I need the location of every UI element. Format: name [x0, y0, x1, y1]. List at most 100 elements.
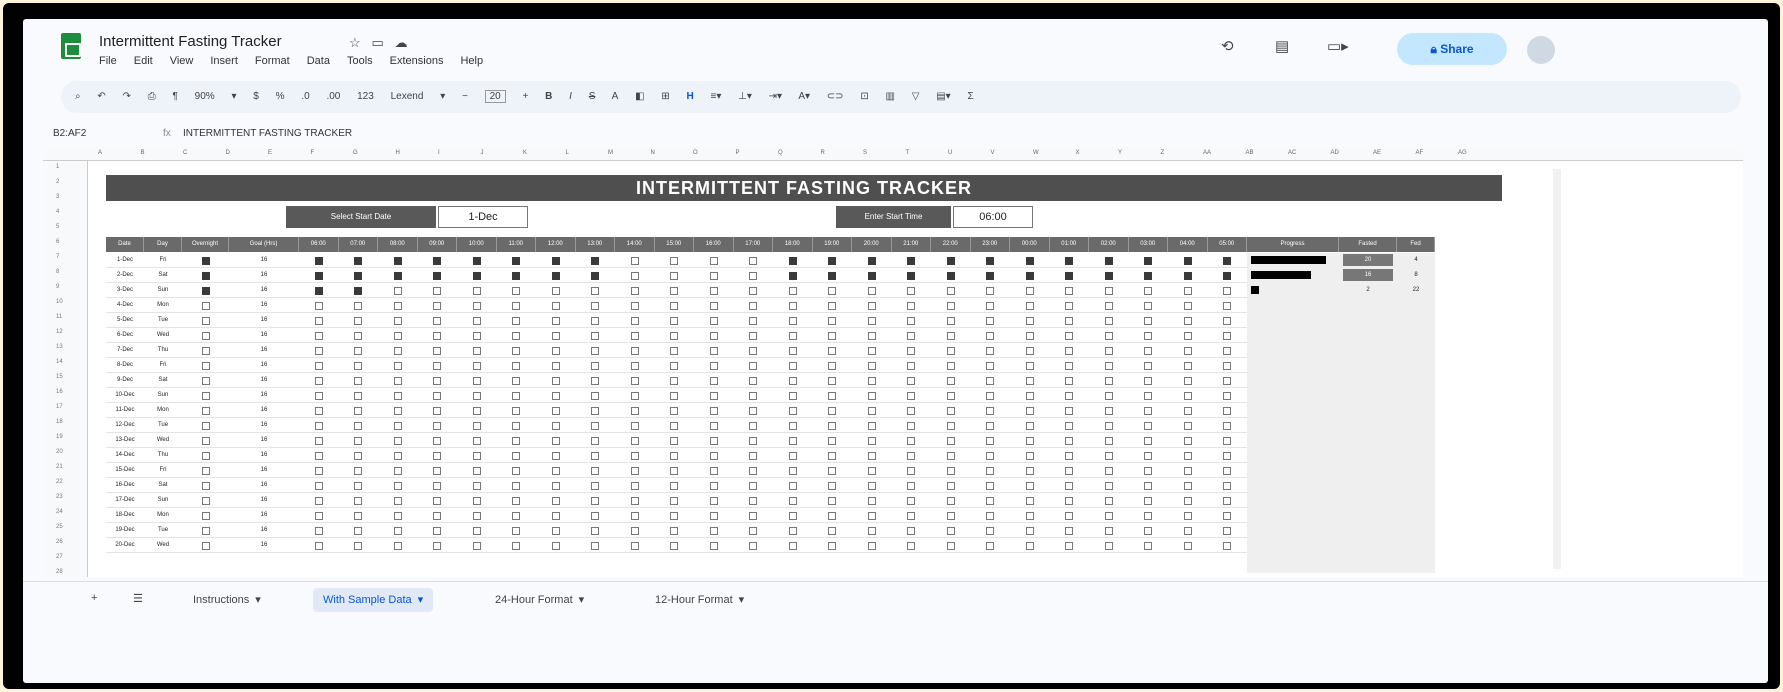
hour-checkbox[interactable]: [1144, 287, 1153, 295]
hour-checkbox[interactable]: [472, 317, 481, 325]
hour-checkbox[interactable]: [314, 302, 323, 310]
redo-icon[interactable]: ↷: [123, 91, 131, 102]
menu-view[interactable]: View: [170, 55, 194, 67]
hour-checkbox[interactable]: [1104, 452, 1113, 460]
hour-checkbox[interactable]: [788, 452, 797, 460]
hour-checkbox[interactable]: [1104, 437, 1113, 445]
column-letter[interactable]: U: [948, 150, 952, 156]
hour-checkbox[interactable]: [867, 302, 876, 310]
hour-checkbox[interactable]: [788, 287, 797, 295]
hour-checkbox[interactable]: [749, 317, 758, 325]
hour-checkbox[interactable]: [670, 527, 679, 535]
menu-file[interactable]: File: [99, 55, 117, 67]
hour-checkbox[interactable]: [314, 347, 323, 355]
menu-insert[interactable]: Insert: [210, 55, 238, 67]
hour-checkbox[interactable]: [709, 362, 718, 370]
hour-checkbox[interactable]: [1223, 437, 1232, 445]
row-number[interactable]: 17: [56, 404, 63, 410]
hour-checkbox[interactable]: [512, 317, 521, 325]
hour-checkbox[interactable]: [591, 452, 600, 460]
hour-checkbox[interactable]: [1183, 542, 1192, 550]
hour-checkbox[interactable]: [1223, 257, 1232, 265]
hour-checkbox[interactable]: [670, 332, 679, 340]
column-letter[interactable]: AF: [1416, 150, 1424, 156]
hour-checkbox[interactable]: [630, 482, 639, 490]
hour-checkbox[interactable]: [630, 437, 639, 445]
hour-checkbox[interactable]: [1183, 362, 1192, 370]
column-letter[interactable]: T: [906, 150, 910, 156]
row-number[interactable]: 6: [56, 239, 59, 245]
hour-checkbox[interactable]: [709, 302, 718, 310]
hour-checkbox[interactable]: [314, 482, 323, 490]
hour-checkbox[interactable]: [907, 302, 916, 310]
hour-checkbox[interactable]: [1025, 497, 1034, 505]
hour-checkbox[interactable]: [907, 362, 916, 370]
add-sheet-icon[interactable]: +: [91, 592, 97, 604]
column-letter[interactable]: S: [863, 150, 867, 156]
hour-checkbox[interactable]: [1144, 407, 1153, 415]
hour-checkbox[interactable]: [1183, 272, 1192, 280]
hour-checkbox[interactable]: [1065, 527, 1074, 535]
hour-checkbox[interactable]: [828, 362, 837, 370]
overnight-checkbox[interactable]: [201, 377, 210, 385]
hour-checkbox[interactable]: [314, 272, 323, 280]
hour-checkbox[interactable]: [670, 362, 679, 370]
hour-checkbox[interactable]: [512, 512, 521, 520]
hour-checkbox[interactable]: [828, 317, 837, 325]
column-letter[interactable]: E: [268, 150, 272, 156]
overnight-checkbox[interactable]: [201, 512, 210, 520]
hour-checkbox[interactable]: [828, 392, 837, 400]
fill-color-icon[interactable]: ◧: [635, 91, 644, 102]
hour-checkbox[interactable]: [709, 407, 718, 415]
hour-checkbox[interactable]: [393, 482, 402, 490]
hour-checkbox[interactable]: [749, 407, 758, 415]
hour-checkbox[interactable]: [709, 497, 718, 505]
hour-checkbox[interactable]: [1025, 512, 1034, 520]
overnight-checkbox[interactable]: [201, 467, 210, 475]
hour-checkbox[interactable]: [1025, 332, 1034, 340]
hour-checkbox[interactable]: [1025, 407, 1034, 415]
hour-checkbox[interactable]: [749, 452, 758, 460]
hour-checkbox[interactable]: [512, 257, 521, 265]
hour-checkbox[interactable]: [314, 542, 323, 550]
hour-checkbox[interactable]: [630, 272, 639, 280]
hour-checkbox[interactable]: [788, 422, 797, 430]
hour-checkbox[interactable]: [867, 287, 876, 295]
hour-checkbox[interactable]: [472, 452, 481, 460]
hour-checkbox[interactable]: [1104, 422, 1113, 430]
hour-checkbox[interactable]: [867, 467, 876, 475]
hour-checkbox[interactable]: [907, 272, 916, 280]
hour-checkbox[interactable]: [788, 512, 797, 520]
hour-checkbox[interactable]: [433, 407, 442, 415]
functions-icon[interactable]: Σ: [967, 91, 973, 102]
search-icon[interactable]: ⌕: [75, 91, 81, 102]
hour-checkbox[interactable]: [670, 452, 679, 460]
hour-checkbox[interactable]: [670, 287, 679, 295]
hour-checkbox[interactable]: [630, 452, 639, 460]
hour-checkbox[interactable]: [670, 257, 679, 265]
hour-checkbox[interactable]: [828, 482, 837, 490]
hour-checkbox[interactable]: [354, 482, 363, 490]
hour-checkbox[interactable]: [433, 347, 442, 355]
hour-checkbox[interactable]: [393, 392, 402, 400]
hour-checkbox[interactable]: [1025, 422, 1034, 430]
hour-checkbox[interactable]: [354, 527, 363, 535]
hour-checkbox[interactable]: [512, 422, 521, 430]
overnight-checkbox[interactable]: [201, 362, 210, 370]
hour-checkbox[interactable]: [986, 467, 995, 475]
hour-checkbox[interactable]: [393, 512, 402, 520]
hour-checkbox[interactable]: [946, 257, 955, 265]
hour-checkbox[interactable]: [1183, 302, 1192, 310]
hour-checkbox[interactable]: [1183, 527, 1192, 535]
hour-checkbox[interactable]: [512, 467, 521, 475]
hour-checkbox[interactable]: [354, 512, 363, 520]
hour-checkbox[interactable]: [1183, 347, 1192, 355]
hour-checkbox[interactable]: [1065, 302, 1074, 310]
hour-checkbox[interactable]: [1025, 452, 1034, 460]
hour-checkbox[interactable]: [1144, 512, 1153, 520]
hour-checkbox[interactable]: [314, 287, 323, 295]
hour-checkbox[interactable]: [709, 437, 718, 445]
hour-checkbox[interactable]: [1104, 377, 1113, 385]
hour-checkbox[interactable]: [1183, 482, 1192, 490]
hour-checkbox[interactable]: [1223, 392, 1232, 400]
